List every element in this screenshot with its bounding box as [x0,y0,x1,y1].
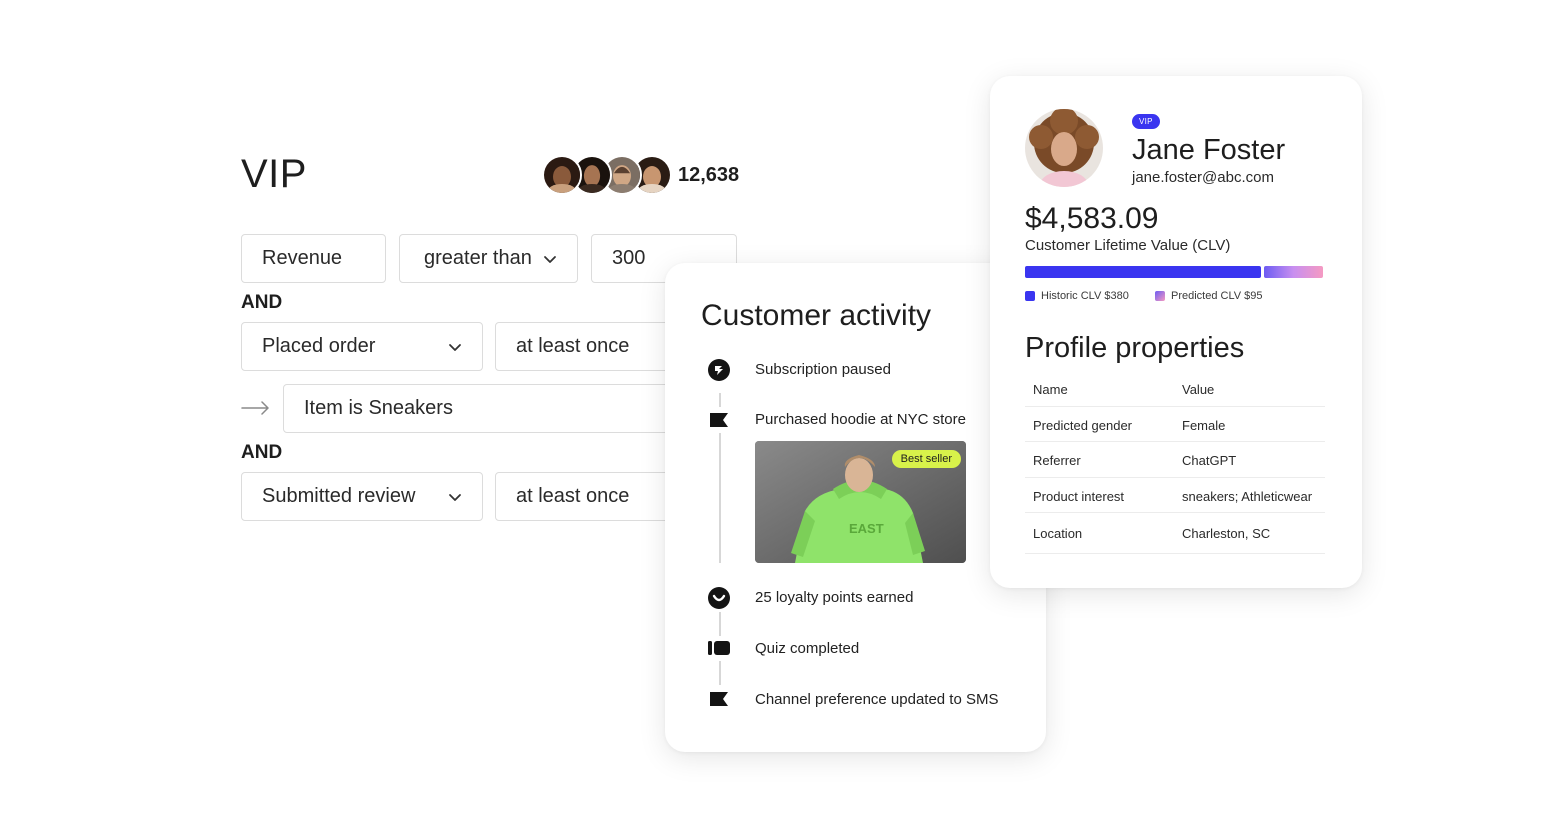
flag-icon [707,408,731,432]
avatar [542,155,582,195]
clv-label: Customer Lifetime Value (CLV) [1025,237,1231,254]
chevron-down-icon [544,256,556,263]
property-value: ChatGPT [1182,453,1237,468]
metric-select-submitted-review[interactable]: Submitted review [241,472,483,521]
property-value: Charleston, SC [1182,526,1271,541]
legend-historic-label: Historic CLV $380 [1041,290,1129,302]
frequency-label: at least once [516,485,630,507]
clv-historic-bar [1025,266,1261,278]
property-key: Location [1033,526,1083,541]
chevron-down-icon [449,344,461,351]
column-header-value: Value [1182,382,1215,397]
item-filter-label: Item is Sneakers [304,397,453,419]
chevron-down-icon [449,494,461,501]
condition-field-select[interactable]: Revenue [241,234,386,283]
metric-select-placed-order[interactable]: Placed order [241,322,483,371]
member-count: 12,638 [678,164,740,186]
column-header-name: Name [1033,382,1068,397]
condition-field-label: Revenue [262,247,343,269]
member-avatars [542,155,672,195]
flag-icon [707,687,731,711]
segment-title: VIP [241,152,307,196]
svg-text:EAST: EAST [849,521,884,536]
condition-value: 300 [612,247,646,269]
hoodie-product-photo[interactable]: EAST Best seller [755,441,966,563]
activity-event: Subscription paused [755,361,891,378]
table-row: Location Charleston, SC [1025,513,1325,554]
legend-historic: Historic CLV $380 [1025,290,1129,302]
legend-swatch [1025,291,1035,301]
timeline-connector [719,433,721,563]
profile-properties-title: Profile properties [1025,332,1245,364]
condition-operator-select[interactable]: greater than [399,234,578,283]
loyalty-icon [707,586,731,610]
timeline-connector [719,612,721,636]
table-row: Referrer ChatGPT [1025,442,1325,478]
activity-event: 25 loyalty points earned [755,589,914,606]
clv-amount: $4,583.09 [1025,202,1159,235]
metric-label: Submitted review [262,485,416,507]
condition-operator-label: greater than [424,247,532,269]
profile-card: VIP Jane Foster jane.foster@abc.com $4,5… [990,76,1362,588]
vip-badge: VIP [1132,114,1160,129]
property-value: Female [1182,417,1226,433]
legend-swatch [1155,291,1165,301]
legend-predicted-label: Predicted CLV $95 [1171,290,1263,302]
property-key: Predicted gender [1033,417,1133,433]
timeline-connector [719,393,721,407]
profile-avatar [1025,109,1103,187]
activity-event: Purchased hoodie at NYC store [755,411,966,428]
table-header-row: Name Value [1025,371,1325,407]
activity-event: Quiz completed [755,640,860,657]
table-row: Predicted gender Female [1025,407,1325,442]
quiz-icon [707,636,731,660]
and-operator-label: AND [241,292,283,313]
customer-activity-card: Customer activity Subscription paused Pu… [665,263,1046,752]
activity-event: Channel preference updated to SMS [755,691,999,708]
clv-predicted-bar [1264,266,1323,278]
frequency-label: at least once [516,335,630,357]
subscription-icon [707,358,731,382]
arrow-right-icon [241,401,269,415]
property-key: Product interest [1033,488,1125,504]
and-operator-label: AND [241,442,283,463]
table-row: Product interest sneakers; Athleticwear [1025,478,1325,513]
legend-predicted: Predicted CLV $95 [1155,290,1263,302]
activity-title: Customer activity [701,299,932,332]
property-key: Referrer [1033,453,1081,468]
profile-email[interactable]: jane.foster@abc.com [1132,169,1274,186]
property-value: sneakers; Athleticwear [1182,488,1313,504]
best-seller-badge: Best seller [891,450,961,468]
metric-label: Placed order [262,335,376,357]
timeline-connector [719,661,721,685]
profile-properties-table: Name Value Predicted gender Female Refer… [1025,371,1325,554]
item-filter-input[interactable]: Item is Sneakers [283,384,703,433]
profile-name: Jane Foster [1132,134,1286,166]
